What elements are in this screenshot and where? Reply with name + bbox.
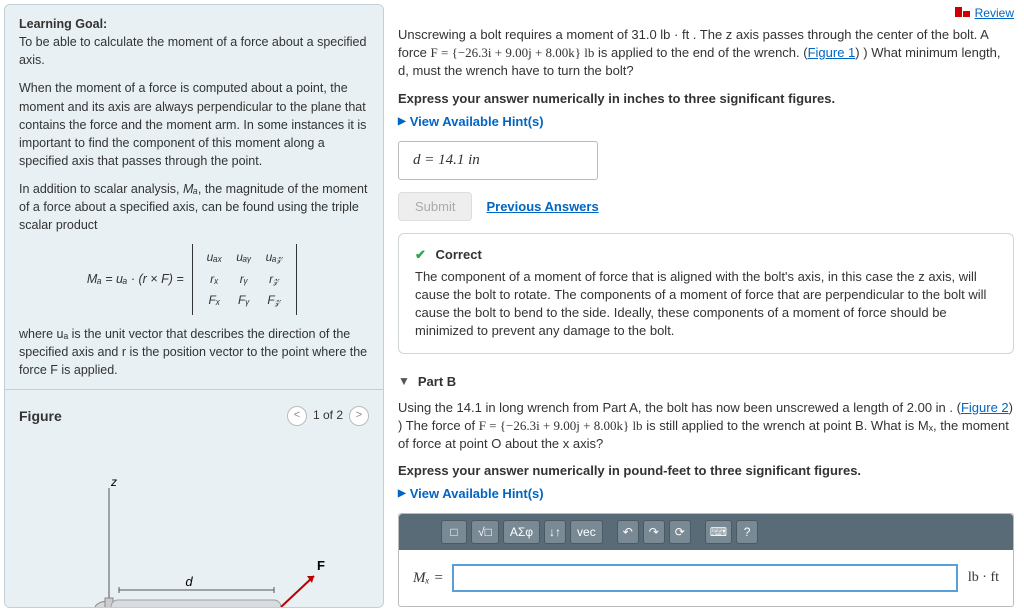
svg-text:z: z <box>110 475 117 489</box>
learning-goal: Learning Goal: To be able to calculate t… <box>19 15 369 69</box>
figure-title: Figure <box>19 406 62 426</box>
reset-button[interactable]: ⟳ <box>669 520 691 544</box>
divider <box>5 389 383 390</box>
figure-body: z x y d F O <box>19 438 369 608</box>
submit-button-a: Submit <box>398 192 472 221</box>
svg-text:O: O <box>94 607 103 608</box>
part-b-title: Part B <box>418 374 456 389</box>
help-button[interactable]: ? <box>736 520 758 544</box>
review-link[interactable]: Review <box>975 6 1014 20</box>
mx-label: Mₓ = <box>413 570 444 587</box>
wrench-figure: z x y d F O <box>39 468 339 608</box>
part-a-instruction: Express your answer numerically in inche… <box>398 91 1014 106</box>
prev-figure-button[interactable]: < <box>287 406 307 426</box>
figure-pager: < 1 of 2 > <box>287 406 369 426</box>
equation-toolbar: □ √□ ΑΣφ ↓↑ vec ↶ ↷ ⟳ ⌨ ? <box>399 514 1013 550</box>
vector-button[interactable]: vec <box>570 520 603 544</box>
answer-input-b[interactable] <box>452 564 958 592</box>
learning-goal-heading: Learning Goal: <box>19 17 107 31</box>
next-figure-button[interactable]: > <box>349 406 369 426</box>
subscript-button[interactable]: ↓↑ <box>544 520 566 544</box>
previous-answers-link[interactable]: Previous Answers <box>486 199 598 214</box>
review-icon <box>955 7 962 17</box>
figure-header: Figure < 1 of 2 > <box>19 400 369 426</box>
determinant-matrix: uₐₓuₐᵧuₐ𝓏 rₓrᵧr𝓏 FₓFᵧF𝓏 <box>192 244 298 314</box>
feedback-box: ✔ Correct The component of a moment of f… <box>398 233 1014 354</box>
part-b-problem: Using the 14.1 in long wrench from Part … <box>398 399 1014 454</box>
check-icon: ✔ <box>415 247 426 262</box>
unit-label: lb · ft <box>968 570 999 586</box>
learning-goal-p2: When the moment of a force is computed a… <box>19 79 369 170</box>
review-row: Review <box>398 6 1014 20</box>
right-pane: Review Unscrewing a bolt requires a mome… <box>388 0 1024 612</box>
hints-toggle-b[interactable]: View Available Hint(s) <box>398 486 1014 501</box>
greek-button[interactable]: ΑΣφ <box>503 520 540 544</box>
hints-toggle-a[interactable]: View Available Hint(s) <box>398 114 1014 129</box>
sqrt-button[interactable]: √□ <box>471 520 499 544</box>
collapse-caret-icon[interactable]: ▼ <box>398 374 410 388</box>
feedback-title: Correct <box>436 247 482 262</box>
feedback-body: The component of a moment of force that … <box>415 268 997 341</box>
svg-text:F: F <box>317 558 325 573</box>
learning-goal-p4: where uₐ is the unit vector that describ… <box>19 325 369 379</box>
review-icon <box>963 11 970 17</box>
part-a-answer: d = 14.1 in <box>398 141 598 180</box>
keyboard-button[interactable]: ⌨ <box>705 520 732 544</box>
equation-body: Mₓ = lb · ft <box>399 550 1013 606</box>
undo-button[interactable]: ↶ <box>617 520 639 544</box>
submit-row-a: Submit Previous Answers <box>398 192 1014 221</box>
left-pane: Learning Goal: To be able to calculate t… <box>4 4 384 608</box>
part-a-problem: Unscrewing a bolt requires a moment of 3… <box>398 26 1014 81</box>
learning-goal-p3: In addition to scalar analysis, Mₐ, the … <box>19 180 369 234</box>
redo-button[interactable]: ↷ <box>643 520 665 544</box>
part-b-instruction: Express your answer numerically in pound… <box>398 463 1014 478</box>
eq-lhs: Mₐ = uₐ · (r × F) = <box>87 270 184 288</box>
part-b-header-row: ▼ Part B <box>398 374 1014 389</box>
learning-goal-p1: To be able to calculate the moment of a … <box>19 35 366 67</box>
svg-text:d: d <box>185 574 193 589</box>
triple-scalar-product: Mₐ = uₐ · (r × F) = uₐₓuₐᵧuₐ𝓏 rₓrᵧr𝓏 FₓF… <box>19 244 369 314</box>
figure1-link[interactable]: Figure 1 <box>808 45 856 60</box>
figure2-link[interactable]: Figure 2 <box>961 400 1009 415</box>
pager-label: 1 of 2 <box>313 407 343 424</box>
template-button[interactable]: □ <box>441 520 467 544</box>
equation-editor: □ √□ ΑΣφ ↓↑ vec ↶ ↷ ⟳ ⌨ ? Mₓ = lb · ft <box>398 513 1014 607</box>
